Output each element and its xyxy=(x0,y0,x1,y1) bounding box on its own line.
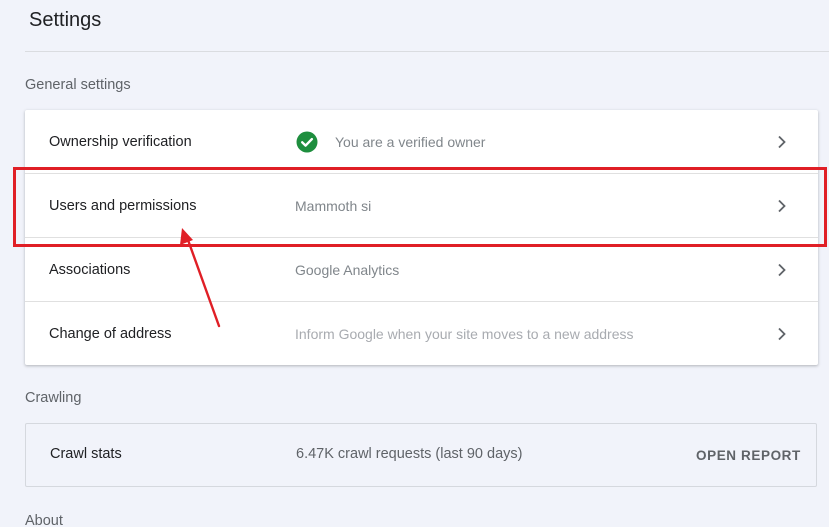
row-associations[interactable]: Associations Google Analytics xyxy=(25,238,818,302)
row-value: Mammoth si xyxy=(295,198,372,214)
row-value: Inform Google when your site moves to a … xyxy=(295,326,634,342)
page-title: Settings xyxy=(29,9,102,31)
crawl-stats-value: 6.47K crawl requests (last 90 days) xyxy=(296,446,523,462)
section-label-about: About xyxy=(25,513,63,527)
check-circle-icon xyxy=(296,131,318,153)
row-change-of-address[interactable]: Change of address Inform Google when you… xyxy=(25,302,818,366)
crawl-stats-label: Crawl stats xyxy=(50,446,122,462)
chevron-right-icon[interactable] xyxy=(775,198,789,214)
settings-page: Settings General settings Ownership veri… xyxy=(0,0,829,527)
row-users-and-permissions[interactable]: Users and permissions Mammoth si xyxy=(25,174,818,238)
row-label: Ownership verification xyxy=(49,134,192,150)
section-label-crawling: Crawling xyxy=(25,390,82,406)
row-label: Associations xyxy=(49,262,131,278)
chevron-right-icon[interactable] xyxy=(775,326,789,342)
header-divider xyxy=(25,51,829,52)
row-value: You are a verified owner xyxy=(335,134,486,150)
row-label: Users and permissions xyxy=(49,198,197,214)
crawl-stats-card: Crawl stats 6.47K crawl requests (last 9… xyxy=(25,423,817,487)
row-ownership-verification[interactable]: Ownership verification You are a verifie… xyxy=(25,110,818,174)
chevron-right-icon[interactable] xyxy=(775,262,789,278)
page-header: Settings xyxy=(0,0,829,52)
chevron-right-icon[interactable] xyxy=(775,134,789,150)
section-label-general: General settings xyxy=(25,77,131,93)
general-settings-card: Ownership verification You are a verifie… xyxy=(25,110,818,365)
row-label: Change of address xyxy=(49,326,172,342)
row-value: Google Analytics xyxy=(295,262,400,278)
open-report-button[interactable]: OPEN REPORT xyxy=(686,442,811,468)
